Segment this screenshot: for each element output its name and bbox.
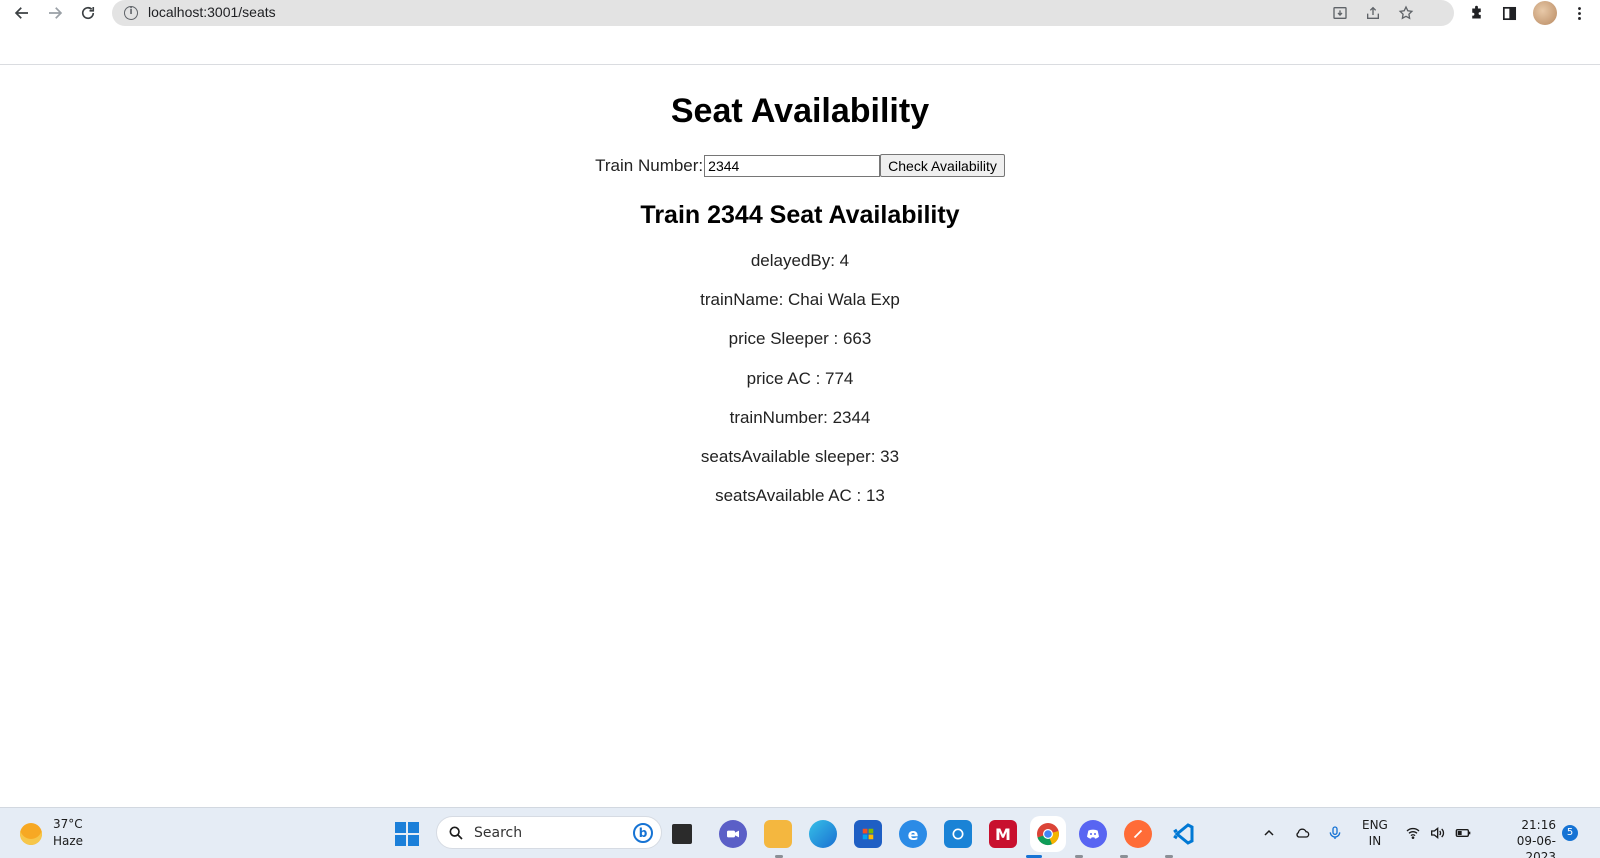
check-availability-button[interactable]: Check Availability (880, 154, 1005, 177)
internet-explorer-icon[interactable]: e (899, 820, 927, 848)
discord-icon[interactable] (1079, 820, 1107, 848)
wifi-icon[interactable] (1404, 824, 1422, 842)
train-number-input[interactable] (704, 154, 881, 177)
task-view-icon[interactable] (672, 824, 692, 844)
postman-icon[interactable] (1124, 820, 1152, 848)
site-info-icon[interactable]: i (124, 6, 138, 20)
language-line2: IN (1368, 834, 1382, 848)
edge-browser-icon[interactable] (809, 820, 837, 848)
back-arrow-icon[interactable] (10, 1, 34, 25)
browser-toolbar: i localhost:3001/seats (0, 0, 1600, 26)
vscode-icon[interactable] (1169, 820, 1197, 848)
notification-badge[interactable]: 5 (1562, 825, 1578, 841)
onedrive-cloud-icon[interactable] (1293, 824, 1311, 842)
taskbar: 37°C Haze Search b e M ENG IN 21:16 09-0… (0, 807, 1600, 858)
profile-avatar[interactable] (1533, 1, 1557, 25)
chrome-browser-icon[interactable] (1034, 820, 1062, 848)
taskbar-search[interactable]: Search b (436, 816, 662, 849)
detail-train-name: trainName: Chai Wala Exp (700, 290, 900, 310)
language-line1: ENG (1362, 818, 1388, 832)
detail-seats-ac: seatsAvailable AC : 13 (715, 486, 885, 506)
share-icon[interactable] (1363, 3, 1383, 23)
weather-temperature[interactable]: 37°C (53, 817, 83, 831)
train-number-form: Train Number: Check Availability (0, 154, 1600, 177)
train-number-label: Train Number: (595, 155, 704, 175)
url-text[interactable]: localhost:3001/seats (148, 4, 276, 20)
battery-icon[interactable] (1454, 824, 1472, 842)
bing-icon[interactable]: b (633, 823, 653, 843)
detail-train-number: trainNumber: 2344 (729, 407, 871, 427)
address-bar[interactable]: i localhost:3001/seats (112, 0, 1454, 26)
forward-arrow-icon[interactable] (43, 1, 67, 25)
side-panel-icon[interactable] (1498, 2, 1520, 24)
seat-details-list: delayedBy: 4 trainName: Chai Wala Exp pr… (0, 251, 1600, 525)
result-title: Train 2344 Seat Availability (640, 201, 960, 229)
reload-icon[interactable] (76, 1, 100, 25)
chevron-up-icon[interactable] (1260, 824, 1278, 842)
clock-time: 21:16 (1521, 818, 1556, 832)
bookmark-star-icon[interactable] (1396, 3, 1416, 23)
teams-chat-icon[interactable] (719, 820, 747, 848)
page-title: Seat Availability (670, 92, 930, 130)
page-content: Seat Availability Train Number: Check Av… (0, 65, 1600, 807)
extensions-puzzle-icon[interactable] (1465, 2, 1487, 24)
search-label: Search (474, 825, 523, 841)
weather-sun-icon[interactable] (20, 823, 42, 845)
detail-price-sleeper: price Sleeper : 663 (728, 329, 872, 349)
mcafee-icon[interactable]: M (989, 820, 1017, 848)
install-app-icon[interactable] (1330, 3, 1350, 23)
volume-icon[interactable] (1428, 824, 1446, 842)
cortana-app-icon[interactable] (944, 820, 972, 848)
clock-date: 09-06-2023 (1516, 834, 1556, 858)
windows-start-icon[interactable] (395, 822, 419, 846)
microsoft-store-icon[interactable] (854, 820, 882, 848)
weather-condition[interactable]: Haze (53, 834, 83, 848)
search-icon (449, 826, 463, 840)
microphone-icon[interactable] (1326, 824, 1344, 842)
browser-menu-icon[interactable] (1568, 2, 1590, 24)
system-clock[interactable]: 21:16 09-06-2023 (1490, 817, 1556, 858)
detail-price-ac: price AC : 774 (746, 368, 854, 388)
file-explorer-icon[interactable] (764, 820, 792, 848)
detail-seats-sleeper: seatsAvailable sleeper: 33 (700, 446, 900, 466)
detail-delayed-by: delayedBy: 4 (750, 251, 850, 270)
language-indicator[interactable]: ENG IN (1362, 817, 1388, 849)
